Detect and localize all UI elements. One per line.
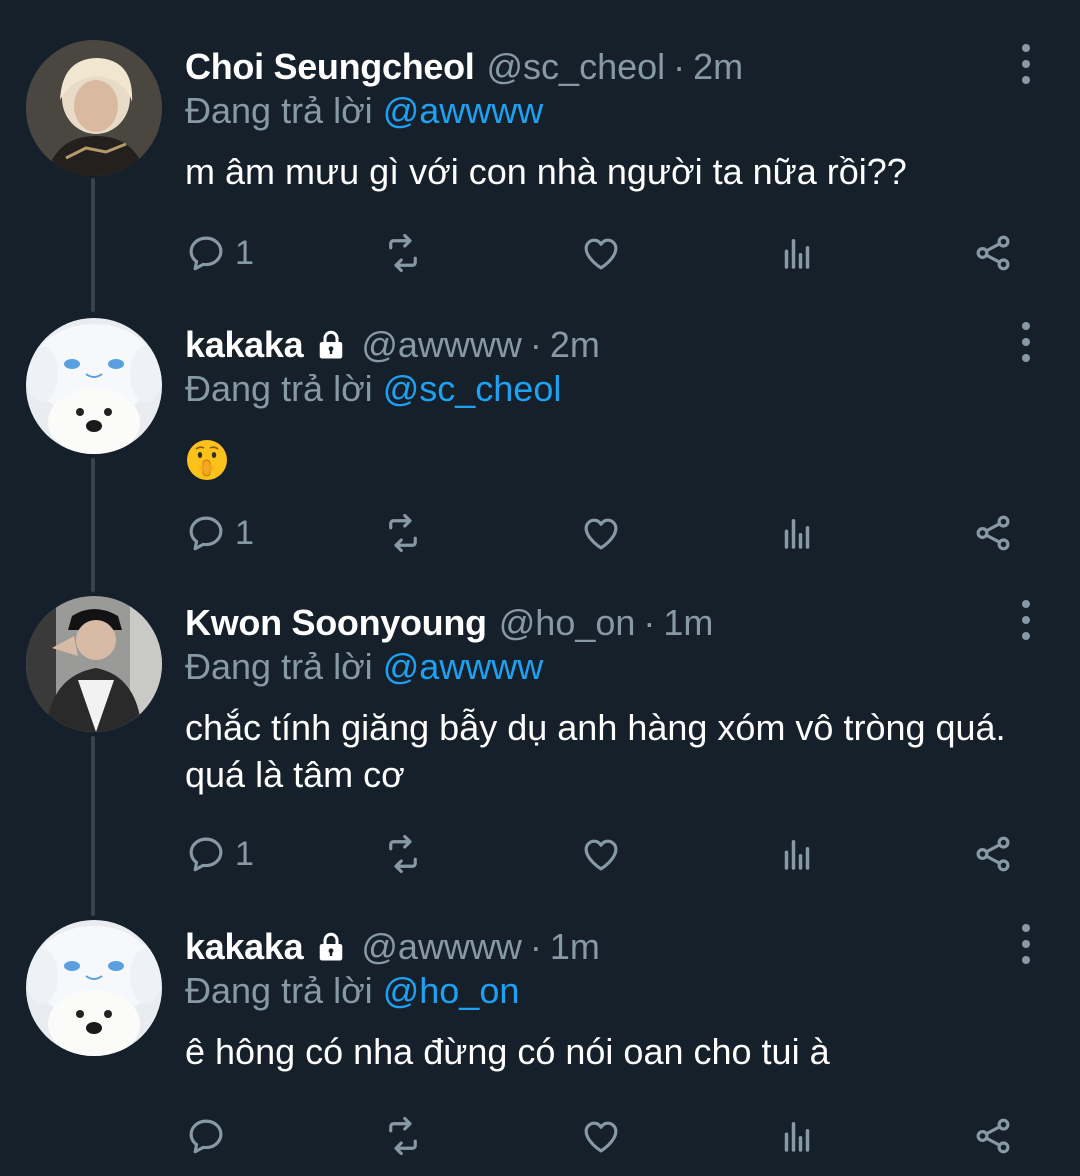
tweet-thread: Choi Seungcheol @sc_cheol · 2m Đang trả … <box>0 0 1080 1176</box>
reply-count: 1 <box>235 834 254 873</box>
like-button[interactable] <box>580 508 622 558</box>
tweet-actions <box>0 1111 1080 1161</box>
reply-prefix: Đang trả lời <box>185 368 373 409</box>
display-name[interactable]: kakaka <box>185 324 304 366</box>
analytics-icon <box>784 239 810 269</box>
reply-count: 1 <box>235 513 254 552</box>
tweet-header: kakaka @awwww · 1m <box>185 922 600 972</box>
analytics-icon <box>784 840 810 870</box>
reply-button[interactable]: 1 <box>185 829 254 879</box>
tweet-header: kakaka @awwww · 2m <box>185 320 600 370</box>
reply-button[interactable] <box>185 1111 235 1161</box>
retweet-button[interactable] <box>382 508 424 558</box>
more-options-icon[interactable] <box>1014 44 1038 84</box>
lock-icon <box>320 932 343 961</box>
reply-context: Đang trả lời @awwww <box>185 90 543 132</box>
heart-icon <box>584 1121 618 1153</box>
user-handle[interactable]: @ho_on <box>499 602 636 644</box>
share-icon <box>976 515 1010 551</box>
separator: · <box>673 46 686 87</box>
heart-icon <box>584 518 618 550</box>
share-icon <box>976 836 1010 872</box>
share-button[interactable] <box>972 829 1014 879</box>
like-button[interactable] <box>580 228 622 278</box>
reply-icon <box>189 516 223 551</box>
like-button[interactable] <box>580 829 622 879</box>
display-name[interactable]: Choi Seungcheol <box>185 46 475 88</box>
timestamp[interactable]: 2m <box>550 324 600 366</box>
reply-icon <box>189 837 223 872</box>
heart-icon <box>584 238 618 270</box>
reply-icon <box>189 1119 223 1154</box>
thread-connector <box>91 736 95 916</box>
analytics-button[interactable] <box>776 829 818 879</box>
tweet-actions: 1 <box>0 508 1080 558</box>
reply-count: 1 <box>235 233 254 272</box>
reply-context: Đang trả lời @sc_cheol <box>185 368 561 410</box>
retweet-button[interactable] <box>382 829 424 879</box>
reply-mention-link[interactable]: @sc_cheol <box>383 368 562 409</box>
separator: · <box>643 602 656 643</box>
lock-icon <box>320 330 343 359</box>
reply-button[interactable]: 1 <box>185 508 254 558</box>
retweet-icon <box>389 233 417 273</box>
tweet-header: Kwon Soonyoung @ho_on · 1m <box>185 598 713 648</box>
reply-prefix: Đang trả lời <box>185 90 373 131</box>
user-handle[interactable]: @sc_cheol <box>487 46 666 88</box>
more-options-icon[interactable] <box>1014 924 1038 964</box>
tweet-text: ê hông có nha đừng có nói oan cho tui à <box>185 1031 830 1072</box>
share-button[interactable] <box>972 508 1014 558</box>
tweet-header: Choi Seungcheol @sc_cheol · 2m <box>185 42 743 92</box>
analytics-icon <box>784 1122 810 1152</box>
avatar[interactable] <box>26 318 162 454</box>
avatar[interactable] <box>26 40 162 176</box>
avatar[interactable] <box>26 596 162 732</box>
tweet-text: m âm mưu gì với con nhà người ta nữa rồi… <box>185 151 907 192</box>
reply-button[interactable]: 1 <box>185 228 254 278</box>
heart-icon <box>584 839 618 871</box>
tweet-text <box>185 434 1045 482</box>
tweet-actions: 1 <box>0 829 1080 879</box>
analytics-button[interactable] <box>776 1111 818 1161</box>
share-icon <box>976 235 1010 271</box>
share-button[interactable] <box>972 1111 1014 1161</box>
share-button[interactable] <box>972 228 1014 278</box>
retweet-icon <box>389 834 417 874</box>
reply-context: Đang trả lời @awwww <box>185 646 543 688</box>
more-options-icon[interactable] <box>1014 600 1038 640</box>
retweet-button[interactable] <box>382 1111 424 1161</box>
reply-icon <box>189 236 223 271</box>
analytics-button[interactable] <box>776 228 818 278</box>
display-name[interactable]: Kwon Soonyoung <box>185 602 487 644</box>
user-handle[interactable]: @awwww <box>361 926 522 968</box>
timestamp[interactable]: 1m <box>550 926 600 968</box>
reply-mention-link[interactable]: @ho_on <box>383 970 520 1011</box>
reply-mention-link[interactable]: @awwww <box>383 90 544 131</box>
separator: · <box>529 324 542 365</box>
separator: · <box>529 926 542 967</box>
analytics-icon <box>784 519 810 549</box>
reply-prefix: Đang trả lời <box>185 970 373 1011</box>
analytics-button[interactable] <box>776 508 818 558</box>
reply-mention-link[interactable]: @awwww <box>383 646 544 687</box>
display-name[interactable]: kakaka <box>185 926 304 968</box>
avatar[interactable] <box>26 920 162 1056</box>
retweet-icon <box>389 1116 417 1156</box>
shushing-face-emoji <box>187 440 227 481</box>
retweet-button[interactable] <box>382 228 424 278</box>
tweet-actions: 1 <box>0 228 1080 278</box>
user-handle[interactable]: @awwww <box>361 324 522 366</box>
timestamp[interactable]: 1m <box>663 602 713 644</box>
tweet-text: chắc tính giăng bẫy dụ anh hàng xóm vô t… <box>185 707 1006 795</box>
like-button[interactable] <box>580 1111 622 1161</box>
retweet-icon <box>389 513 417 553</box>
more-options-icon[interactable] <box>1014 322 1038 362</box>
share-icon <box>976 1118 1010 1154</box>
reply-context: Đang trả lời @ho_on <box>185 970 519 1012</box>
timestamp[interactable]: 2m <box>693 46 743 88</box>
reply-prefix: Đang trả lời <box>185 646 373 687</box>
